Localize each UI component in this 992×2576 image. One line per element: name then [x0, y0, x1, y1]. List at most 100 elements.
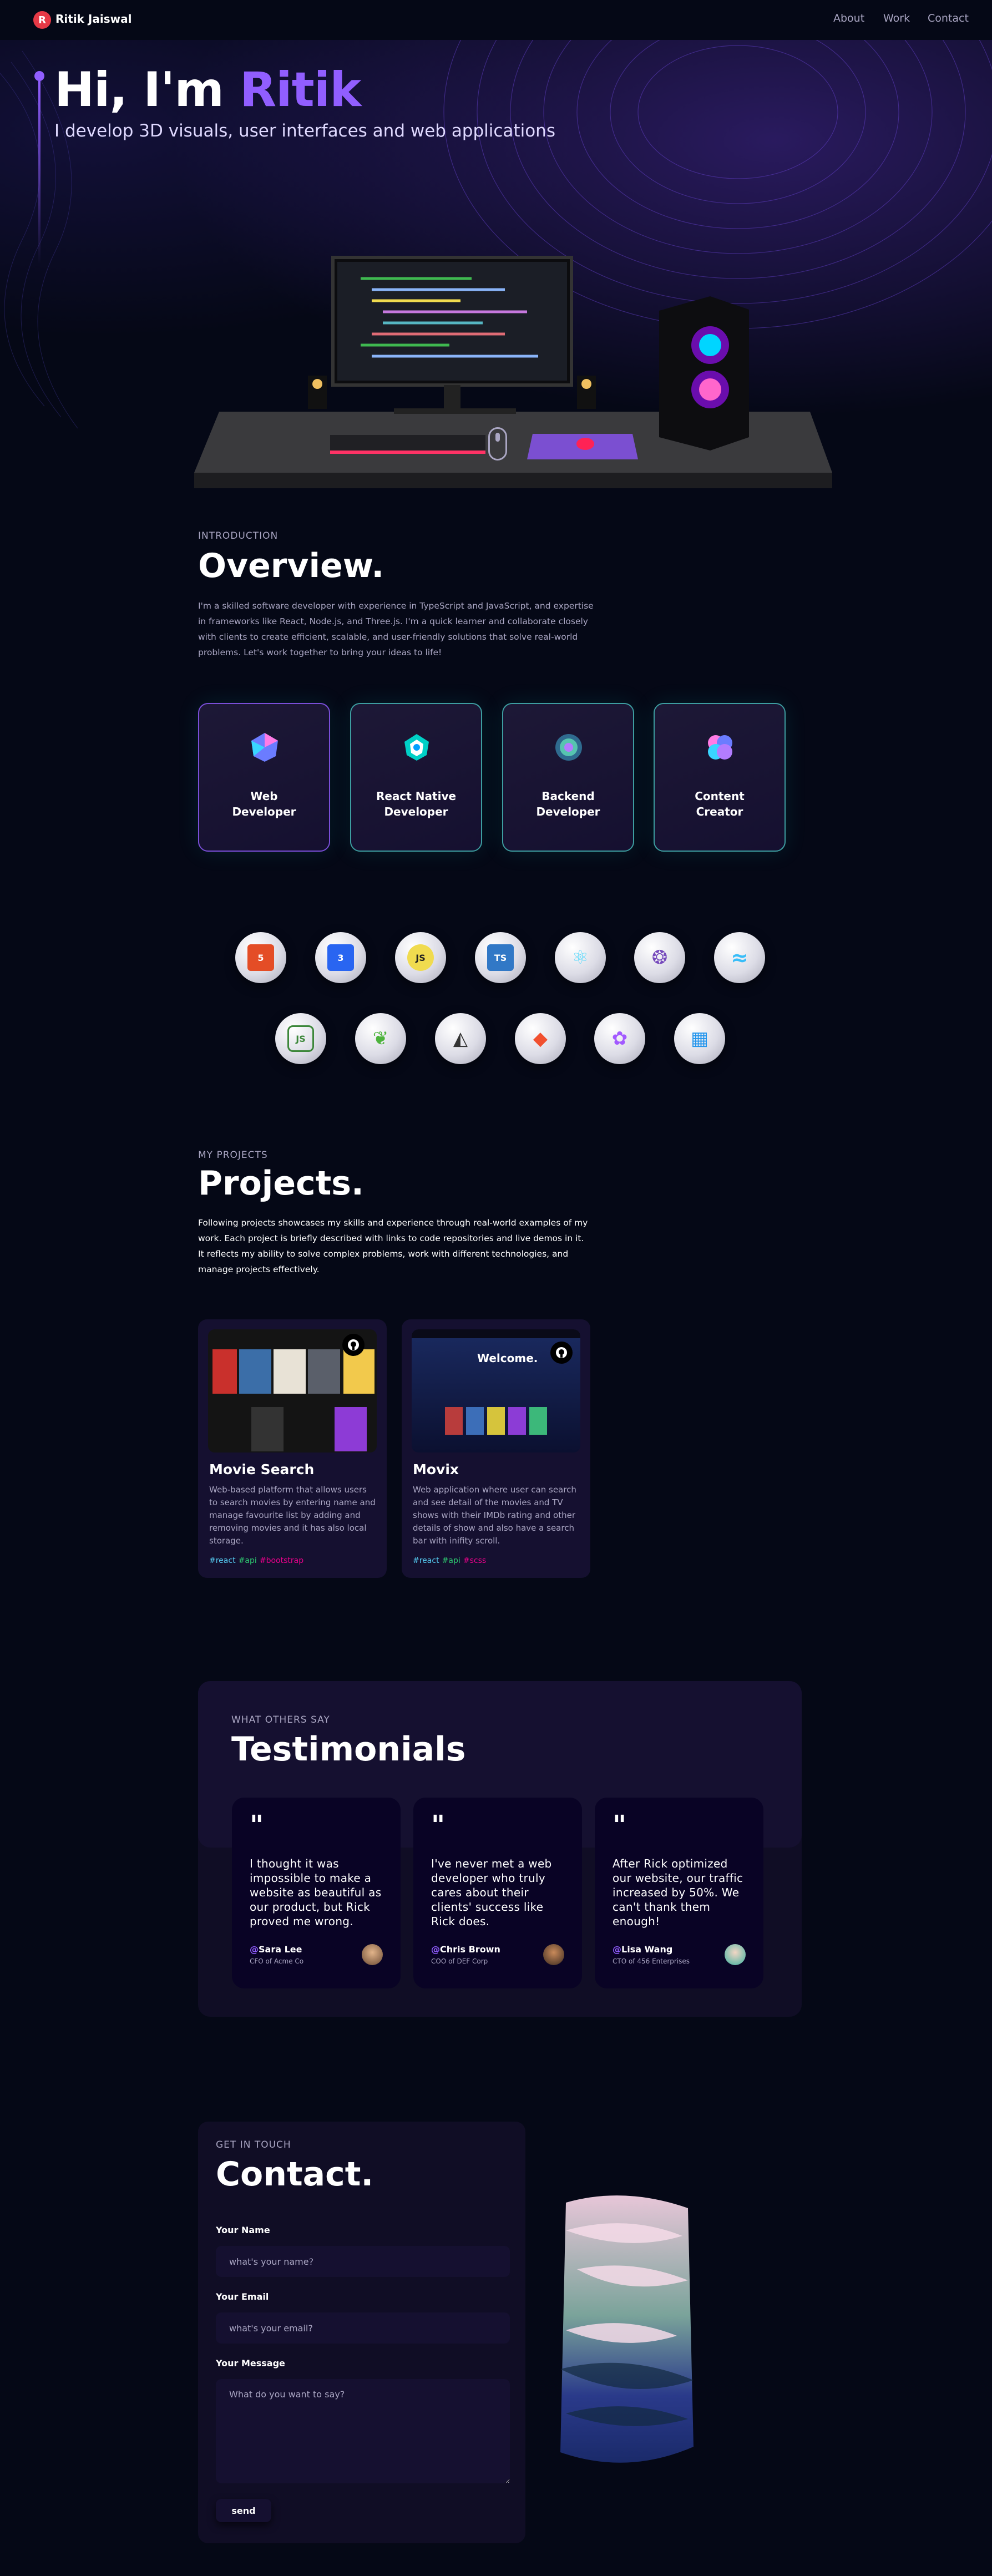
tech-ball-docker[interactable]: ▦ — [674, 1013, 725, 1064]
tech-ball-typescript[interactable]: TS — [475, 932, 526, 983]
git-icon: ◆ — [533, 1028, 548, 1050]
tech-ball-mongodb[interactable]: ❦ — [355, 1013, 406, 1064]
navbar: R Ritik Jaiswal About Work Contact — [0, 0, 992, 40]
mobile-icon — [404, 734, 429, 761]
computer-setup-illustration — [194, 256, 832, 488]
movie-poster — [251, 1407, 284, 1451]
projects-paragraph: Following projects showcases my skills a… — [198, 1218, 588, 1274]
movie-poster — [487, 1407, 505, 1435]
testimonial-role: CTO of 456 Enterprises — [613, 1957, 690, 1965]
web-icon — [251, 733, 278, 762]
testimonial-name: @Chris Brown — [431, 1944, 500, 1955]
testimonials-tag: What others say — [231, 1714, 330, 1725]
tech-ball-figma[interactable]: ✿ — [594, 1013, 645, 1064]
tech-ball-javascript[interactable]: JS — [395, 932, 446, 983]
project-tag: #api — [442, 1556, 460, 1565]
movie-poster — [508, 1407, 526, 1435]
tech-ball-threejs[interactable]: ◭ — [435, 1013, 486, 1064]
name-text: Chris Brown — [440, 1944, 500, 1955]
at-sign: @ — [431, 1944, 440, 1955]
tech-ball-tailwind[interactable]: ≈ — [714, 932, 765, 983]
logo[interactable]: R — [33, 11, 51, 29]
hero-title-name: Ritik — [239, 62, 361, 118]
movie-poster — [343, 1349, 374, 1394]
nodejs-icon: JS — [287, 1025, 314, 1052]
movie-poster — [274, 1349, 306, 1394]
hero-section: Hi, I'm Ritik I develop 3D visuals, user… — [0, 40, 992, 495]
message-textarea[interactable] — [216, 2379, 510, 2483]
react-icon: ⚛ — [571, 947, 589, 969]
tech-ball-html[interactable]: 5 — [235, 932, 286, 983]
tailwind-icon: ≈ — [731, 945, 748, 970]
movix-banner-text: Welcome. — [477, 1352, 538, 1365]
at-sign: @ — [613, 1944, 621, 1955]
avatar — [543, 1944, 564, 1965]
service-card-web: Web Developer — [198, 703, 330, 852]
backend-icon — [555, 734, 582, 761]
quote-icon: " — [431, 1810, 446, 1841]
github-icon — [348, 1339, 359, 1350]
docker-icon: ▦ — [690, 1028, 709, 1050]
project-description: Web application where user can search an… — [413, 1485, 576, 1546]
project-description: Web-based platform that allows users to … — [209, 1485, 376, 1546]
service-line1: Web — [250, 789, 278, 803]
name-input[interactable] — [216, 2246, 510, 2277]
nav-link-work[interactable]: Work — [883, 12, 910, 24]
at-sign: @ — [250, 1944, 259, 1955]
testimonial-text: After Rick optimized our website, our tr… — [613, 1857, 743, 1928]
testimonial-card: " I thought it was impossible to make a … — [232, 1798, 401, 1988]
send-button[interactable]: send — [216, 2499, 271, 2522]
service-label: React Native Developer — [351, 788, 481, 819]
threejs-icon: ◭ — [453, 1028, 468, 1050]
hero-line-dot — [34, 71, 44, 81]
nav-link-about[interactable]: About — [833, 12, 864, 24]
project-image[interactable] — [208, 1329, 377, 1453]
hero-title: Hi, I'm Ritik — [54, 62, 361, 118]
testimonial-role: COO of DEF Corp — [431, 1957, 488, 1965]
brand-name[interactable]: Ritik Jaiswal — [55, 12, 131, 26]
tech-ball-redux[interactable]: ❂ — [634, 932, 685, 983]
message-label: Your Message — [216, 2358, 285, 2368]
projects-title: Projects. — [198, 1164, 364, 1203]
figma-icon: ✿ — [611, 1028, 628, 1050]
email-input[interactable] — [216, 2312, 510, 2344]
hero-accent-line — [38, 81, 41, 264]
hero-title-prefix: Hi, I'm — [54, 62, 240, 118]
movie-poster — [529, 1407, 547, 1435]
overview-title: Overview. — [198, 546, 384, 585]
projects-tag: My projects — [198, 1150, 268, 1161]
tech-ball-css[interactable]: 3 — [315, 932, 366, 983]
testimonial-name: @Sara Lee — [250, 1944, 302, 1955]
quote-icon: " — [250, 1810, 264, 1841]
github-button[interactable] — [550, 1342, 573, 1364]
scroll-indicator[interactable] — [488, 427, 507, 460]
github-button[interactable] — [342, 1334, 365, 1356]
project-title: Movix — [413, 1461, 459, 1477]
project-tag: #bootstrap — [259, 1556, 304, 1565]
service-card-backend: Backend Developer — [502, 703, 634, 852]
movie-poster — [308, 1349, 340, 1394]
tech-ball-nodejs[interactable]: JS — [275, 1013, 326, 1064]
overview-paragraph: I'm a skilled software developer with ex… — [198, 601, 594, 657]
project-image[interactable]: Welcome. — [412, 1329, 580, 1453]
tech-ball-react[interactable]: ⚛ — [555, 932, 606, 983]
movie-poster — [239, 1349, 271, 1394]
tech-ball-git[interactable]: ◆ — [515, 1013, 566, 1064]
movie-poster — [212, 1349, 237, 1394]
avatar — [362, 1944, 383, 1965]
contact-tag: Get in touch — [216, 2139, 291, 2150]
logo-letter: R — [38, 14, 46, 26]
email-label: Your Email — [216, 2291, 269, 2302]
project-tag: #api — [238, 1556, 257, 1565]
html-icon: 5 — [247, 944, 274, 971]
service-line2: Developer — [232, 805, 296, 818]
testimonial-name: @Lisa Wang — [613, 1944, 672, 1955]
browser-bar — [412, 1329, 580, 1338]
service-label: Backend Developer — [503, 788, 633, 819]
overview-tag: Introduction — [198, 530, 279, 541]
redux-icon: ❂ — [651, 947, 668, 969]
mongodb-icon: ❦ — [372, 1028, 389, 1050]
avatar — [725, 1944, 746, 1965]
nav-link-contact[interactable]: Contact — [928, 12, 969, 24]
project-title: Movie Search — [209, 1461, 315, 1477]
